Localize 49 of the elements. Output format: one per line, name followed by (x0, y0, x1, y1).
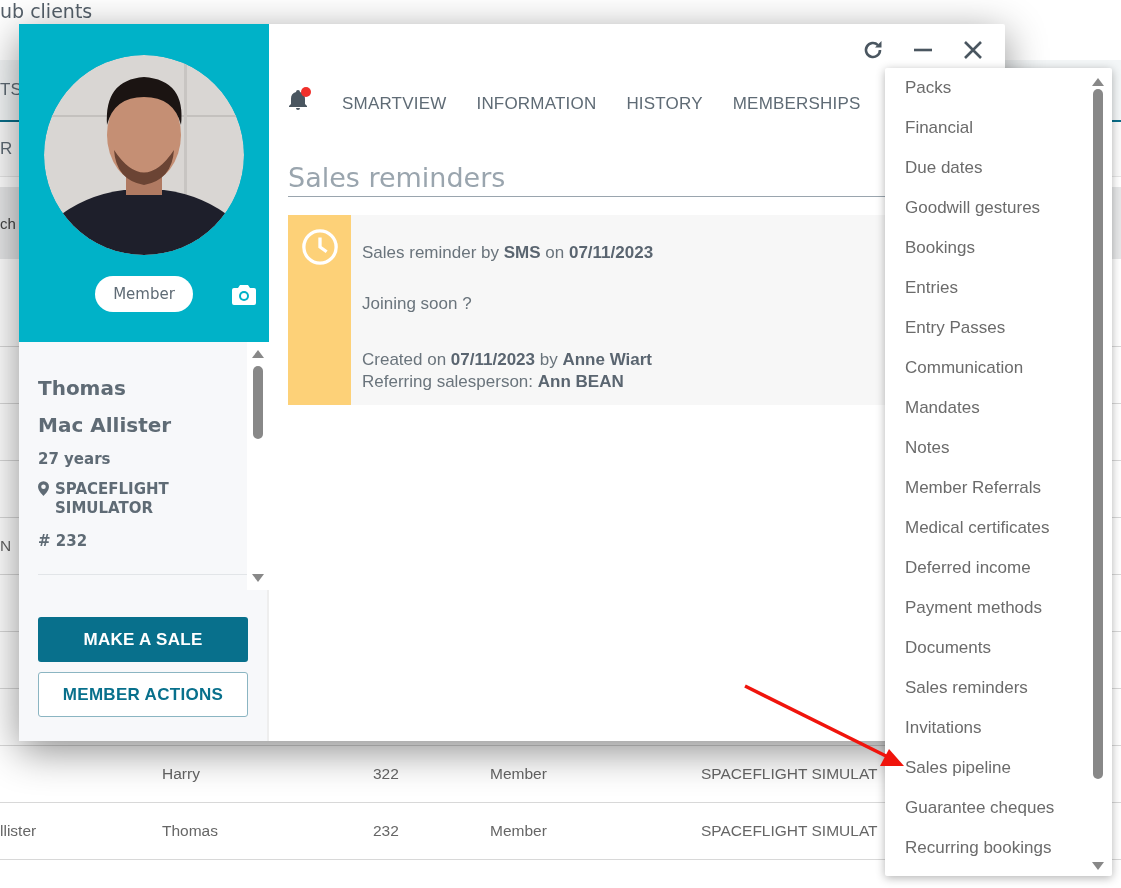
menu-item[interactable]: Entries (885, 268, 1087, 308)
member-number: # 232 (38, 532, 89, 550)
menu-item[interactable]: Bookings (885, 228, 1087, 268)
table-cell: SPACEFLIGHT SIMULAT (701, 765, 878, 783)
table-cell: N (0, 537, 12, 555)
menu-item[interactable]: Payment methods (885, 588, 1087, 628)
make-sale-button[interactable]: MAKE A SALE (38, 617, 248, 662)
first-name: Thomas (38, 375, 127, 402)
table-cell: Member (490, 765, 547, 783)
menu-item[interactable]: Sales pipeline (885, 748, 1087, 788)
menu-item[interactable]: Medical certificates (885, 508, 1087, 548)
menu-item[interactable]: Communication (885, 348, 1087, 388)
menu-item[interactable]: Entry Passes (885, 308, 1087, 348)
menu-item[interactable]: Financial (885, 108, 1087, 148)
reminder-headline: Sales reminder by SMS on 07/11/2023 (362, 242, 654, 264)
menu-item[interactable]: Sales reminders (885, 668, 1087, 708)
scrollbar[interactable] (247, 342, 269, 590)
table-cell: Harry (162, 765, 200, 783)
status-badge: Member (95, 276, 193, 312)
menu-item[interactable]: Documents (885, 628, 1087, 668)
tab[interactable]: INFORMATION (476, 84, 627, 124)
table-cell: SPACEFLIGHT SIMULAT (701, 822, 878, 840)
member-age: 27 years (38, 450, 112, 468)
tab[interactable]: SMARTVIEW (342, 84, 477, 124)
reminder-message: Joining soon ? (362, 293, 473, 315)
menu-item[interactable]: Notes (885, 428, 1087, 468)
created-info: Created on 07/11/2023 by Anne Wiart (362, 349, 653, 371)
menu-item[interactable]: Guarantee cheques (885, 788, 1087, 828)
location-pin-icon (38, 481, 49, 496)
menu-item[interactable]: Invitations (885, 708, 1087, 748)
salesperson-info: Referring salesperson: Ann BEAN (362, 371, 625, 393)
menu-item[interactable]: Packs (885, 68, 1087, 108)
member-location: SPACEFLIGHT SIMULATOR (55, 480, 170, 518)
member-actions-button[interactable]: MEMBER ACTIONS (38, 672, 248, 717)
last-name: Mac Allister (38, 412, 173, 439)
table-cell: 322 (373, 765, 399, 783)
clock-icon (300, 228, 339, 266)
tab[interactable]: HISTORY (626, 84, 733, 124)
subtab-label[interactable]: R (0, 139, 13, 159)
table-cell: 232 (373, 822, 399, 840)
table-cell: Member (490, 822, 547, 840)
menu-item[interactable]: Recurring bookings (885, 828, 1087, 868)
notification-bell-icon[interactable] (286, 87, 312, 113)
menu-item[interactable]: Member Referrals (885, 468, 1087, 508)
table-cell: Thomas (162, 822, 218, 840)
menu-item[interactable]: Mandates (885, 388, 1087, 428)
table-cell: llister (0, 822, 37, 840)
menu-item[interactable]: Deferred income (885, 548, 1087, 588)
camera-icon[interactable] (231, 283, 257, 305)
